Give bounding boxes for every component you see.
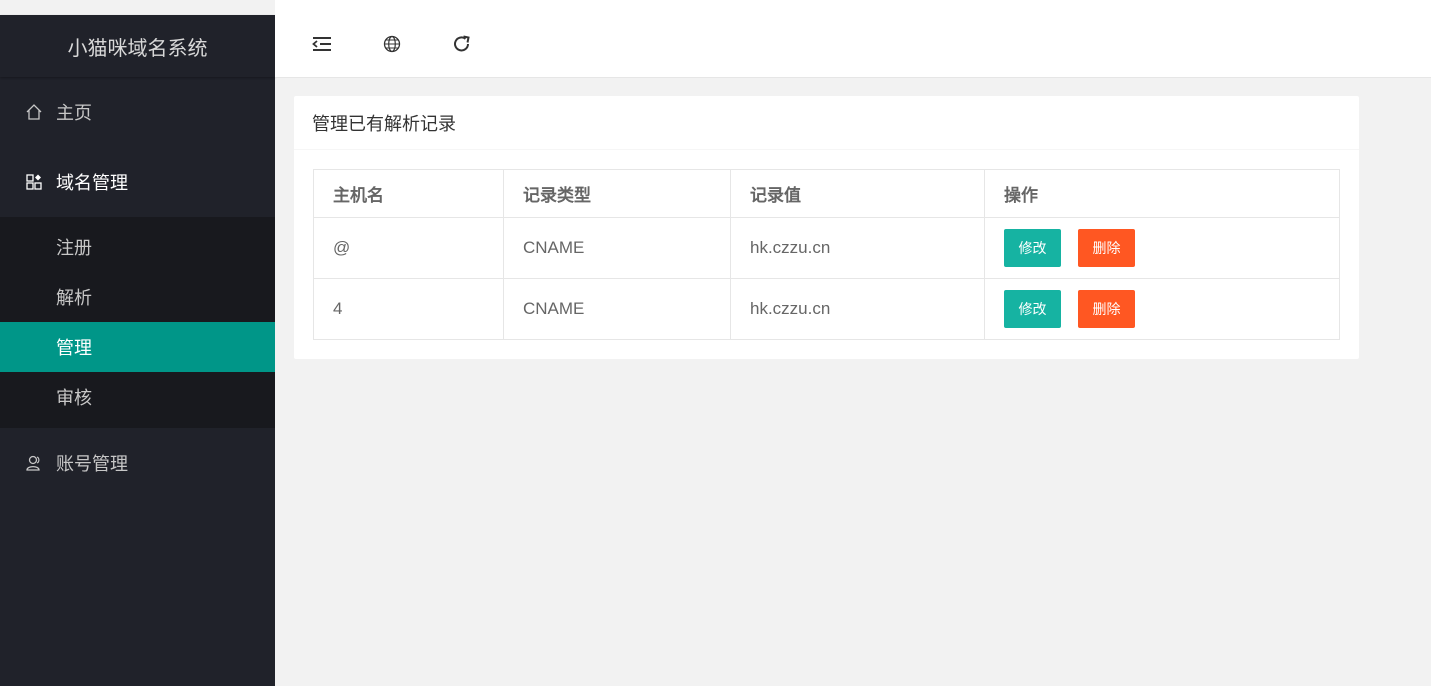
- table-row: @ CNAME hk.czzu.cn 修改 删除: [313, 217, 1340, 279]
- column-actions: 操作: [984, 169, 1340, 218]
- refresh-button[interactable]: [427, 15, 497, 78]
- submenu-item-manage[interactable]: 管理: [0, 322, 275, 372]
- column-value: 记录值: [730, 169, 985, 218]
- delete-button[interactable]: 删除: [1078, 229, 1135, 267]
- card-title: 管理已有解析记录: [294, 96, 1359, 150]
- domain-submenu: 注册 解析 管理 审核: [0, 217, 275, 428]
- records-card: 管理已有解析记录 主机名 记录类型 记录值 操作 @ CNAME hk.czzu…: [294, 96, 1359, 359]
- refresh-icon: [452, 34, 472, 59]
- sidebar-item-label: 域名管理: [56, 173, 128, 193]
- submenu-item-resolve[interactable]: 解析: [0, 272, 275, 322]
- column-host: 主机名: [313, 169, 504, 218]
- cell-type: CNAME: [503, 217, 731, 279]
- table-header-row: 主机名 记录类型 记录值 操作: [313, 169, 1340, 218]
- apps-icon: [24, 172, 44, 192]
- cell-actions: 修改 删除: [984, 217, 1340, 279]
- top-strip: [275, 0, 1431, 15]
- top-toolbar: [275, 15, 1431, 78]
- sidebar-item-home[interactable]: 主页: [0, 77, 275, 147]
- sidebar: 小猫咪域名系统 主页 域名管理 注册 解析 管理 审核 账号管理: [0, 15, 275, 686]
- home-icon: [24, 102, 44, 122]
- app-title: 小猫咪域名系统: [0, 15, 275, 77]
- edit-button[interactable]: 修改: [1004, 290, 1061, 328]
- submenu-item-register[interactable]: 注册: [0, 217, 275, 272]
- cell-value: hk.czzu.cn: [730, 278, 985, 340]
- cell-type: CNAME: [503, 278, 731, 340]
- column-type: 记录类型: [503, 169, 731, 218]
- records-table: 主机名 记录类型 记录值 操作 @ CNAME hk.czzu.cn 修改 删除 …: [313, 169, 1340, 340]
- sidebar-item-account-management[interactable]: 账号管理: [0, 428, 275, 498]
- cell-actions: 修改 删除: [984, 278, 1340, 340]
- website-button[interactable]: [357, 15, 427, 78]
- cell-host: @: [313, 217, 504, 279]
- submenu-item-review[interactable]: 审核: [0, 372, 275, 428]
- sidebar-item-label: 账号管理: [56, 454, 128, 474]
- sidebar-item-label: 主页: [56, 103, 92, 123]
- sidebar-item-domain-management[interactable]: 域名管理: [0, 147, 275, 217]
- menu-collapse-button[interactable]: [287, 15, 357, 78]
- globe-icon: [383, 35, 401, 58]
- user-icon: [24, 453, 44, 473]
- delete-button[interactable]: 删除: [1078, 290, 1135, 328]
- cell-host: 4: [313, 278, 504, 340]
- cell-value: hk.czzu.cn: [730, 217, 985, 279]
- table-row: 4 CNAME hk.czzu.cn 修改 删除: [313, 278, 1340, 340]
- menu-collapse-icon: [312, 36, 332, 57]
- edit-button[interactable]: 修改: [1004, 229, 1061, 267]
